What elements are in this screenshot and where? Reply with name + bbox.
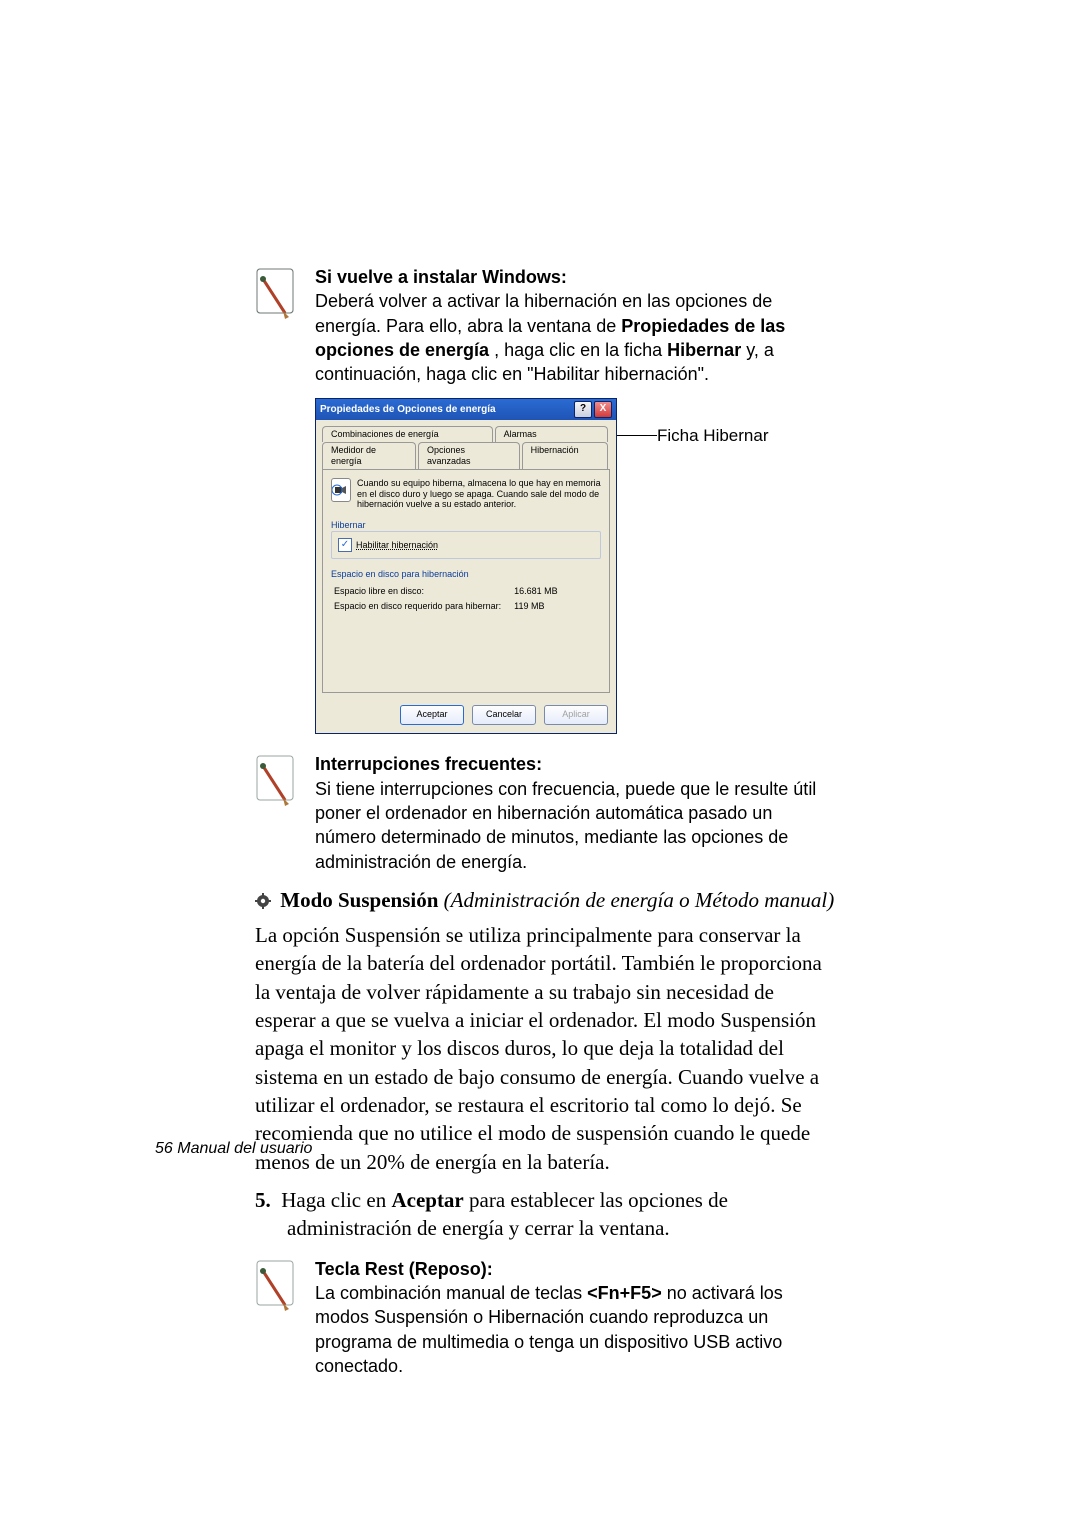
standby-paragraph: La opción Suspensión se utiliza principa… (255, 921, 835, 1176)
disk-req-label: Espacio en disco requerido para hibernar… (333, 600, 511, 613)
group-disk-label: Espacio en disco para hibernación (331, 569, 601, 580)
heading-italic: (Administración de energía o Método manu… (438, 888, 834, 912)
note-icon (255, 1257, 303, 1318)
note-reinstall-windows: Si vuelve a instalar Windows: Deberá vol… (255, 265, 835, 386)
plug-icon (331, 478, 351, 502)
note2-body: Si tiene interrupciones con frecuencia, … (315, 779, 816, 872)
disk-free-value: 16.681 MB (513, 585, 568, 598)
note1-line1b: , haga clic en la ficha (489, 340, 667, 360)
ok-button[interactable]: Aceptar (400, 705, 464, 725)
titlebar: Propiedades de Opciones de energía ? X (316, 399, 616, 420)
note2-title: Interrupciones frecuentes: (315, 754, 542, 774)
power-options-dialog: Propiedades de Opciones de energía ? X C… (315, 398, 617, 734)
gear-icon (255, 890, 276, 914)
step5-num: 5. (255, 1188, 271, 1212)
note1-title: Si vuelve a instalar Windows: (315, 267, 567, 287)
page-footer: 56 Manual del usuario (155, 1140, 312, 1158)
note3-a: La combinación manual de teclas (315, 1283, 587, 1303)
note-icon (255, 752, 303, 813)
callout-text: Ficha Hibernar (657, 426, 769, 446)
note1-bold2: Hibernar (667, 340, 741, 360)
enable-hibernation-checkbox[interactable]: ✓ (338, 538, 352, 552)
note-text: Interrupciones frecuentes: Si tiene inte… (315, 752, 835, 873)
note-icon (255, 265, 303, 326)
check-icon: ✓ (341, 539, 349, 551)
dialog-desc: Cuando su equipo hiberna, almacena lo qu… (357, 478, 601, 510)
note3-bold: <Fn+F5> (587, 1283, 662, 1303)
close-button[interactable]: X (594, 401, 612, 418)
note-interrupciones: Interrupciones frecuentes: Si tiene inte… (255, 752, 835, 873)
group-hibernar-label: Hibernar (331, 520, 601, 531)
step5-bold: Aceptar (391, 1188, 463, 1212)
step-5: 5. Haga clic en Aceptar para establecer … (255, 1186, 835, 1243)
tab-medidor[interactable]: Medidor de energía (322, 442, 416, 469)
help-button[interactable]: ? (574, 401, 592, 418)
modo-suspension-heading: Modo Suspensión (Administración de energ… (255, 888, 835, 915)
tabstrip: Combinaciones de energía Alarmas Medidor… (316, 420, 616, 468)
dialog-title: Propiedades de Opciones de energía (320, 404, 496, 416)
note-text: Tecla Rest (Reposo): La combinación manu… (315, 1257, 835, 1378)
tab-hibernacion[interactable]: Hibernación (522, 442, 608, 469)
step5-a: Haga clic en (281, 1188, 391, 1212)
disk-space-group: Espacio en disco para hibernación Espaci… (331, 569, 601, 614)
tab-opciones-avanzadas[interactable]: Opciones avanzadas (418, 442, 520, 469)
cancel-button[interactable]: Cancelar (472, 705, 536, 725)
tab-panel-hibernacion: Cuando su equipo hiberna, almacena lo qu… (322, 469, 610, 694)
heading-bold: Modo Suspensión (280, 888, 438, 912)
tab-combinaciones[interactable]: Combinaciones de energía (322, 426, 493, 442)
tab-alarmas[interactable]: Alarmas (495, 426, 608, 442)
enable-hibernation-label: Habilitar hibernación (356, 540, 438, 551)
callout-line (617, 435, 657, 436)
apply-button[interactable]: Aplicar (544, 705, 608, 725)
disk-req-value: 119 MB (513, 600, 568, 613)
dialog-with-callout: Propiedades de Opciones de energía ? X C… (315, 398, 835, 734)
disk-free-label: Espacio libre en disco: (333, 585, 511, 598)
note3-title: Tecla Rest (Reposo): (315, 1259, 493, 1279)
note-tecla-rest: Tecla Rest (Reposo): La combinación manu… (255, 1257, 835, 1378)
note-text: Si vuelve a instalar Windows: Deberá vol… (315, 265, 835, 386)
